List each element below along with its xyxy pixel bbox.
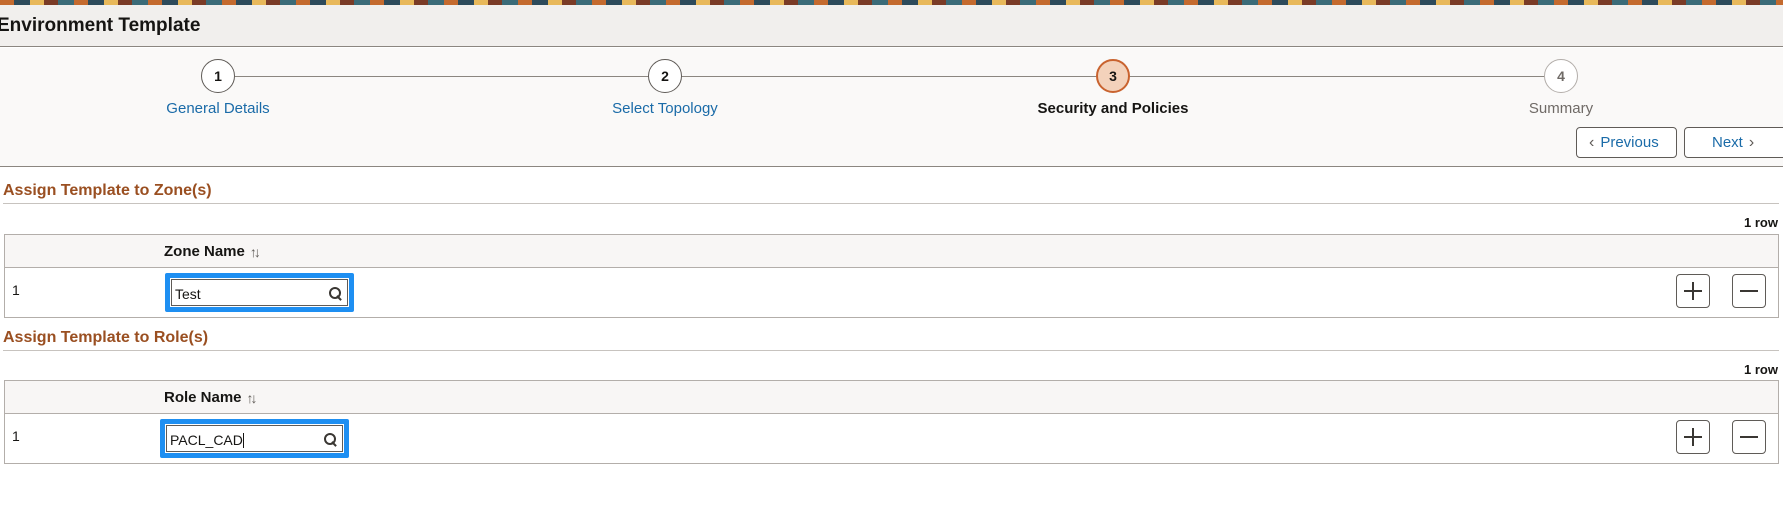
chevron-left-icon: ‹	[1589, 133, 1595, 151]
zone-name-column-header[interactable]: Zone Name ↑↓	[164, 243, 261, 260]
sort-icon[interactable]: ↑↓	[250, 244, 261, 260]
roles-section-title: Assign Template to Role(s)	[3, 329, 209, 346]
zone-name-input[interactable]: Test	[165, 273, 354, 312]
roles-grid-header: Role Name ↑↓	[5, 381, 1778, 414]
step-3-label: Security and Policies	[1037, 100, 1189, 117]
zone-name-field[interactable]: Test	[171, 279, 348, 306]
search-icon[interactable]	[328, 286, 343, 301]
previous-label: Previous	[1600, 134, 1659, 151]
step-2-label[interactable]: Select Topology	[612, 100, 718, 117]
delete-row-button[interactable]	[1732, 420, 1766, 454]
role-name-text: PACL_CAD	[170, 432, 243, 448]
table-row: 1 PACL_CAD	[5, 414, 1778, 462]
zones-grid-header: Zone Name ↑↓	[5, 235, 1778, 268]
step-train: 1 General Details 2 Select Topology 3 Se…	[0, 48, 1783, 167]
previous-button[interactable]: ‹ Previous	[1576, 127, 1677, 158]
text-caret	[242, 433, 244, 448]
table-row: 1 Test	[5, 268, 1778, 316]
step-train-line	[235, 76, 1546, 77]
zones-section-divider	[3, 203, 1779, 204]
step-4-label: Summary	[1528, 100, 1594, 117]
add-row-button[interactable]	[1676, 420, 1710, 454]
next-label: Next	[1712, 134, 1743, 151]
minus-icon	[1740, 428, 1758, 446]
zones-grid: Zone Name ↑↓ 1 Test	[4, 234, 1779, 318]
zones-section-title: Assign Template to Zone(s)	[3, 182, 212, 199]
zone-name-value: Test	[175, 286, 201, 302]
title-bar: Environment Template	[0, 5, 1783, 47]
step-3-circle: 3	[1096, 59, 1130, 93]
delete-row-button[interactable]	[1732, 274, 1766, 308]
plus-icon	[1684, 282, 1702, 300]
chevron-right-icon: ›	[1748, 133, 1755, 151]
add-row-button[interactable]	[1676, 274, 1710, 308]
zone-name-header-label: Zone Name	[164, 243, 245, 260]
next-button[interactable]: Next ›	[1684, 127, 1783, 158]
role-name-value: PACL_CAD	[170, 432, 244, 448]
step-1-label[interactable]: General Details	[166, 100, 269, 117]
zones-row-count: 1 row	[1744, 215, 1778, 230]
row-number: 1	[12, 282, 20, 298]
minus-icon	[1740, 282, 1758, 300]
step-2-circle[interactable]: 2	[648, 59, 682, 93]
sort-icon[interactable]: ↑↓	[247, 390, 258, 406]
role-name-input[interactable]: PACL_CAD	[160, 419, 349, 458]
row-number: 1	[12, 428, 20, 444]
role-name-header-label: Role Name	[164, 389, 242, 406]
plus-icon	[1684, 428, 1702, 446]
roles-section-divider	[3, 350, 1779, 351]
step-1-circle[interactable]: 1	[201, 59, 235, 93]
role-name-column-header[interactable]: Role Name ↑↓	[164, 389, 258, 406]
page-title: Environment Template	[0, 15, 201, 36]
step-4-circle: 4	[1544, 59, 1578, 93]
roles-row-count: 1 row	[1744, 362, 1778, 377]
roles-grid: Role Name ↑↓ 1 PACL_CAD	[4, 380, 1779, 464]
role-name-field[interactable]: PACL_CAD	[166, 425, 343, 452]
search-icon[interactable]	[323, 432, 338, 447]
